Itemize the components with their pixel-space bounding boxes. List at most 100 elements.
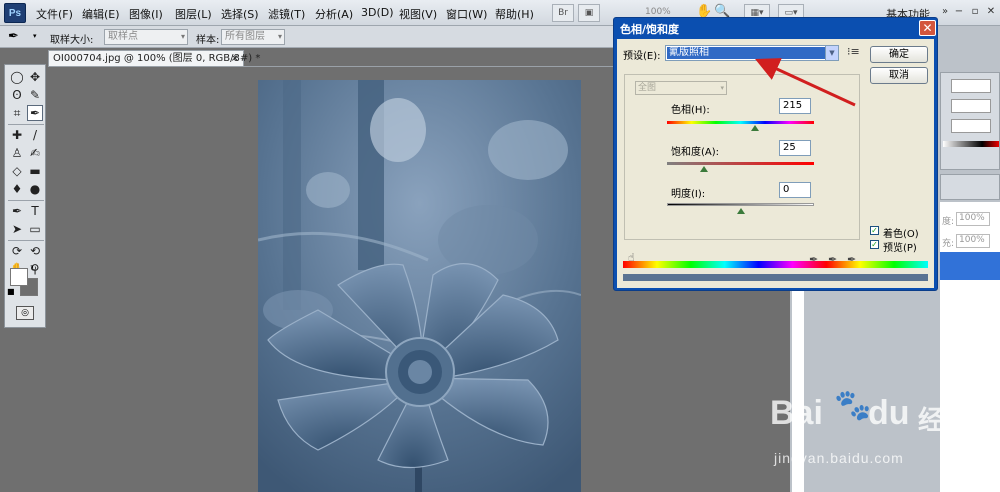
document-tab-title: OI000704.jpg @ 100% (图层 0, RGB/8#) *: [53, 53, 261, 64]
marquee-tool-icon[interactable]: ◯: [9, 69, 25, 85]
menu-3d[interactable]: 3D(D): [361, 6, 394, 19]
cyanotype-flower-photo: [258, 80, 581, 492]
panel-field[interactable]: [951, 99, 991, 113]
3d-orbit-icon[interactable]: ⟲: [27, 243, 43, 259]
pen-tool-icon[interactable]: ✒: [9, 203, 25, 219]
photoshop-logo-icon[interactable]: Ps: [4, 3, 26, 23]
panel-field[interactable]: [951, 119, 991, 133]
annotation-arrow-icon: [755, 58, 856, 107]
history-brush-icon[interactable]: ✍: [27, 145, 43, 161]
chevron-down-icon: ▾: [277, 32, 282, 41]
preview-checkbox[interactable]: ✓: [870, 240, 879, 249]
preset-label: 预设(E):: [623, 51, 661, 62]
move-tool-icon[interactable]: ✥: [27, 69, 43, 85]
menu-file[interactable]: 文件(F): [36, 6, 73, 22]
input-color-bar: [623, 261, 928, 268]
swap-colors-icon[interactable]: ↻: [30, 264, 37, 273]
gradient-tool-icon[interactable]: ▬: [27, 163, 43, 179]
workspace-arrow-icon[interactable]: »: [938, 5, 952, 19]
zoom-level[interactable]: 100%: [645, 7, 671, 17]
menu-help[interactable]: 帮助(H): [495, 6, 534, 22]
lightness-label: 明度(I):: [671, 189, 706, 200]
quick-select-tool-icon[interactable]: ✎: [27, 87, 43, 103]
bridge-icon[interactable]: Br: [552, 4, 574, 22]
healing-brush-icon[interactable]: ✚: [9, 127, 25, 143]
hue-slider-track[interactable]: [667, 121, 814, 124]
color-panel: [940, 72, 1000, 170]
3d-rotate-icon[interactable]: ⟳: [9, 243, 25, 259]
restore-icon[interactable]: ▫: [968, 5, 982, 19]
sample-size-select[interactable]: 取样点 ▾: [104, 29, 188, 45]
ok-button[interactable]: 确定: [870, 46, 928, 63]
edit-channel-value: 全图: [638, 83, 657, 93]
menu-view[interactable]: 视图(V): [399, 6, 437, 22]
panel-field[interactable]: [951, 79, 991, 93]
menu-select[interactable]: 选择(S): [221, 6, 259, 22]
menu-window[interactable]: 窗口(W): [446, 6, 487, 22]
eyedropper-tool-icon[interactable]: ✒: [27, 105, 43, 121]
opacity-value[interactable]: 100%: [956, 212, 990, 226]
menu-analysis[interactable]: 分析(A): [315, 6, 353, 22]
close-tab-icon[interactable]: ×: [231, 51, 239, 66]
foreground-color-swatch[interactable]: [10, 268, 28, 286]
saturation-slider-track[interactable]: [667, 162, 814, 165]
tool-preset-arrow-icon[interactable]: ▾: [33, 32, 37, 40]
watermark-url: jingyan.baidu.com: [774, 450, 904, 466]
color-ramp[interactable]: [943, 141, 999, 147]
eraser-tool-icon[interactable]: ◇: [9, 163, 25, 179]
cancel-button[interactable]: 取消: [870, 67, 928, 84]
hue-slider-thumb[interactable]: [751, 125, 760, 131]
saturation-label: 饱和度(A):: [671, 147, 720, 158]
lasso-tool-icon[interactable]: ʘ: [9, 87, 25, 103]
close-app-icon[interactable]: ✕: [984, 5, 998, 19]
brush-tool-icon[interactable]: /: [27, 127, 43, 143]
menu-filter[interactable]: 滤镜(T): [268, 6, 305, 22]
sample-label: 样本:: [196, 35, 220, 46]
saturation-input[interactable]: 25: [779, 140, 811, 156]
lightness-slider-track[interactable]: [667, 203, 814, 206]
opacity-label: 度:: [942, 217, 955, 227]
toolbox-divider: [8, 124, 44, 125]
sample-value: 所有图层: [225, 31, 265, 42]
toolbox-divider: [8, 200, 44, 201]
saturation-slider-thumb[interactable]: [699, 166, 708, 172]
sample-size-label: 取样大小:: [50, 35, 94, 46]
colorize-checkbox[interactable]: ✓: [870, 226, 879, 235]
fill-value[interactable]: 100%: [956, 234, 990, 248]
dialog-title: 色相/饱和度: [620, 23, 680, 36]
sample-select[interactable]: 所有图层 ▾: [221, 29, 285, 45]
panel-header: [940, 174, 1000, 200]
dodge-tool-icon[interactable]: ●: [27, 181, 43, 197]
colorize-label: 着色(O): [883, 229, 919, 240]
minibridge-icon[interactable]: ▣: [578, 4, 600, 22]
menu-layer[interactable]: 图层(L): [175, 6, 212, 22]
lightness-input[interactable]: 0: [779, 182, 811, 198]
document-tab[interactable]: OI000704.jpg @ 100% (图层 0, RGB/8#) * ×: [48, 50, 260, 66]
edit-channel-select[interactable]: 全图 ▾: [635, 81, 727, 95]
path-select-icon[interactable]: ➤: [9, 221, 25, 237]
blur-tool-icon[interactable]: ♦: [9, 181, 25, 197]
eyedropper-tool-icon[interactable]: ✒: [8, 29, 19, 44]
shape-tool-icon[interactable]: ▭: [27, 221, 43, 237]
menu-image[interactable]: 图像(I): [129, 6, 163, 22]
minimize-icon[interactable]: −: [952, 5, 966, 19]
canvas-image[interactable]: [258, 80, 581, 492]
lightness-slider-thumb[interactable]: [736, 208, 745, 214]
watermark-cn: 经验: [918, 406, 971, 436]
clone-stamp-icon[interactable]: ♙: [9, 145, 25, 161]
default-colors-icon[interactable]: ■: [7, 287, 15, 296]
crop-tool-icon[interactable]: ⌗: [9, 105, 25, 121]
close-dialog-icon[interactable]: ✕: [919, 20, 936, 36]
quick-mask-icon[interactable]: ◎: [16, 306, 34, 320]
output-color-bar: [623, 274, 928, 281]
selected-layer-row[interactable]: [940, 252, 1000, 280]
toolbox-divider: [8, 240, 44, 241]
menu-edit[interactable]: 编辑(E): [82, 6, 120, 22]
fill-label: 充:: [942, 239, 955, 249]
type-tool-icon[interactable]: T: [27, 203, 43, 219]
watermark-brand: Bai: [770, 394, 823, 432]
chevron-down-icon: ▾: [720, 84, 724, 92]
watermark-brand-2: du: [868, 394, 910, 432]
sample-size-value: 取样点: [108, 31, 138, 42]
hue-label: 色相(H):: [671, 105, 710, 116]
